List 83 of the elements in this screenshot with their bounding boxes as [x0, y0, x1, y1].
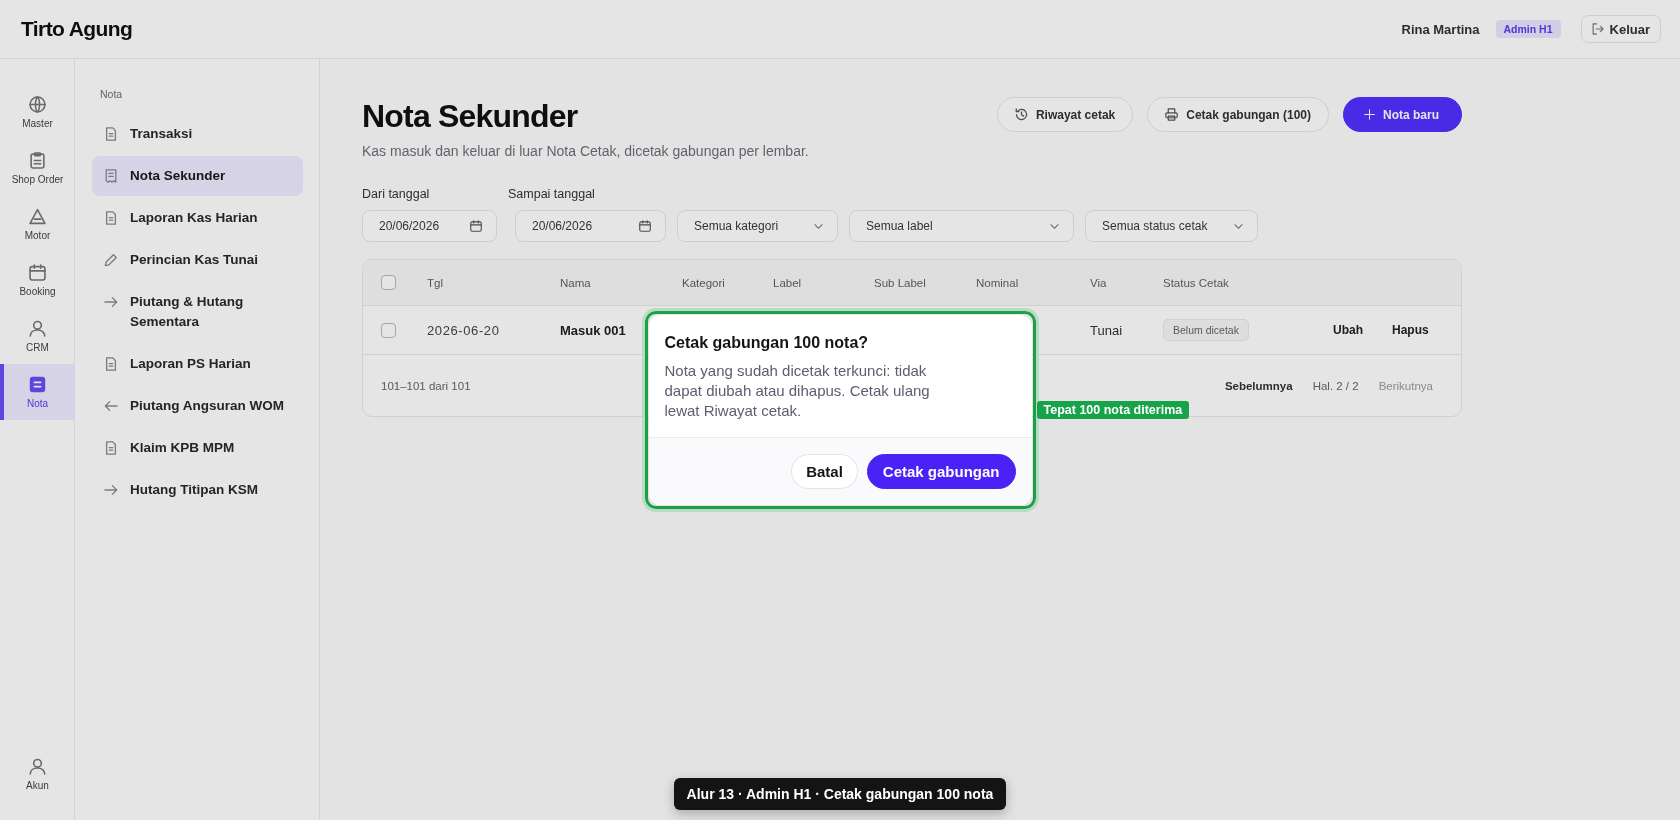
column-header: Kategori — [682, 276, 725, 289]
receipt-icon — [29, 375, 46, 393]
dialog-message: Nota yang sudah dicetak terkunci: tidak dapat diubah atau dihapus. Cetak ulang lewat Riwayat cetak. — [664, 361, 931, 421]
page-subtitle: Kas masuk dan keluar di luar Nota Cetak, dicetak gabungan per lembar. — [362, 143, 809, 160]
column-header: Via — [1090, 276, 1107, 289]
document-icon — [104, 211, 118, 225]
section-heading: Nota — [99, 87, 123, 101]
column-header: Tgl — [427, 276, 443, 289]
page-title: Nota Sekunder — [362, 97, 579, 135]
page-indicator: Hal. 2 / 2 — [1312, 379, 1359, 392]
person-icon — [29, 319, 46, 337]
receipt-icon — [104, 169, 118, 183]
pagination-info: 101–101 dari 101 — [381, 379, 471, 392]
column-header: Label — [773, 276, 802, 289]
table-cell: Masuk 001 — [560, 322, 626, 338]
dialog-title: Cetak gabungan 100 nota? — [664, 333, 870, 353]
table-cell: 2026-06-20 — [427, 322, 500, 338]
dropdown[interactable]: Semua status cetak — [1085, 210, 1258, 242]
arrow-icon — [104, 399, 118, 413]
date-field[interactable]: 20/06/2026 — [515, 210, 666, 242]
calendar-icon — [639, 220, 651, 232]
person-icon — [29, 757, 46, 775]
rail-item[interactable]: Nota — [0, 364, 75, 420]
arrow-icon — [104, 295, 118, 309]
chevron-down-icon — [814, 223, 823, 229]
sidebar-item[interactable]: Piutang Angsuran WOM — [92, 386, 303, 426]
status-badge: Belum dicetak — [1163, 319, 1249, 341]
dropdown[interactable]: Semua kategori — [677, 210, 838, 242]
field-label: Sampai tanggal — [508, 187, 596, 201]
rail-item[interactable]: Booking — [0, 252, 75, 308]
column-header: Status Cetak — [1163, 276, 1229, 289]
sidebar-item[interactable]: Hutang Titipan KSM — [92, 470, 303, 510]
confirm-button[interactable]: Cetak gabungan — [866, 454, 1016, 489]
calendar-icon — [29, 263, 46, 281]
logout-icon — [1591, 23, 1604, 35]
plus-icon — [1364, 109, 1375, 120]
sidebar-item[interactable]: Nota Sekunder — [92, 156, 303, 196]
rail-item[interactable]: Master — [0, 84, 75, 140]
field-label: Dari tanggal — [362, 187, 431, 201]
previous-button[interactable]: Sebelumnya — [1224, 375, 1293, 396]
sidebar-item[interactable]: Perincian Kas Tunai — [92, 240, 303, 280]
print-button[interactable]: Cetak gabungan (100) — [1147, 97, 1329, 132]
checkbox[interactable] — [381, 275, 396, 290]
delete-link[interactable]: Hapus — [1392, 323, 1429, 337]
role-badge: Admin H1 — [1495, 20, 1561, 38]
cancel-button[interactable]: Batal — [791, 454, 858, 489]
chevron-down-icon — [1050, 223, 1059, 229]
rail-item[interactable]: Motor — [0, 196, 75, 252]
history-icon — [1014, 108, 1028, 121]
sidebar-item[interactable]: Transaksi — [92, 114, 303, 154]
checkbox[interactable] — [381, 322, 396, 338]
column-header: Nominal — [976, 276, 1019, 289]
chevron-down-icon — [1234, 223, 1243, 229]
sidebar-item[interactable]: Laporan PS Harian — [92, 344, 303, 384]
logout-button[interactable]: Keluar — [1580, 15, 1661, 43]
globe-icon — [29, 95, 46, 113]
document-icon — [104, 441, 118, 455]
flow-caption: Alur 13 · Admin H1 · Cetak gabungan 100 nota — [673, 778, 1007, 810]
arrow-icon — [104, 483, 118, 497]
column-header: Sub Label — [874, 276, 926, 289]
column-header: Nama — [560, 276, 591, 289]
highlight-label: Tepat 100 nota diterima — [1036, 401, 1190, 419]
document-icon — [104, 357, 118, 371]
sidebar-item[interactable]: Laporan Kas Harian — [92, 198, 303, 238]
new-note-button[interactable]: Nota baru — [1343, 97, 1462, 132]
sidebar-item[interactable]: Klaim KPB MPM — [92, 428, 303, 468]
history-button[interactable]: Riwayat cetak — [996, 97, 1134, 132]
app-logo: Tirto Agung — [21, 17, 133, 41]
user-name: Rina Martina — [1401, 21, 1480, 37]
rail-item[interactable]: CRM — [0, 308, 75, 364]
dropdown[interactable]: Semua label — [849, 210, 1074, 242]
edit-link[interactable]: Ubah — [1333, 323, 1363, 337]
printer-icon — [1165, 108, 1179, 121]
clipboard-icon — [29, 151, 46, 169]
rail-item[interactable]: Shop Order — [0, 140, 75, 196]
pencil-icon — [104, 253, 118, 267]
calendar-icon — [470, 220, 482, 232]
sidebar-item[interactable]: Piutang & Hutang Sementara — [92, 282, 303, 342]
document-icon — [104, 127, 118, 141]
table-cell: Tunai — [1090, 322, 1123, 338]
account-button[interactable]: Akun — [0, 746, 75, 802]
date-field[interactable]: 20/06/2026 — [362, 210, 497, 242]
triangle-icon — [29, 207, 46, 225]
